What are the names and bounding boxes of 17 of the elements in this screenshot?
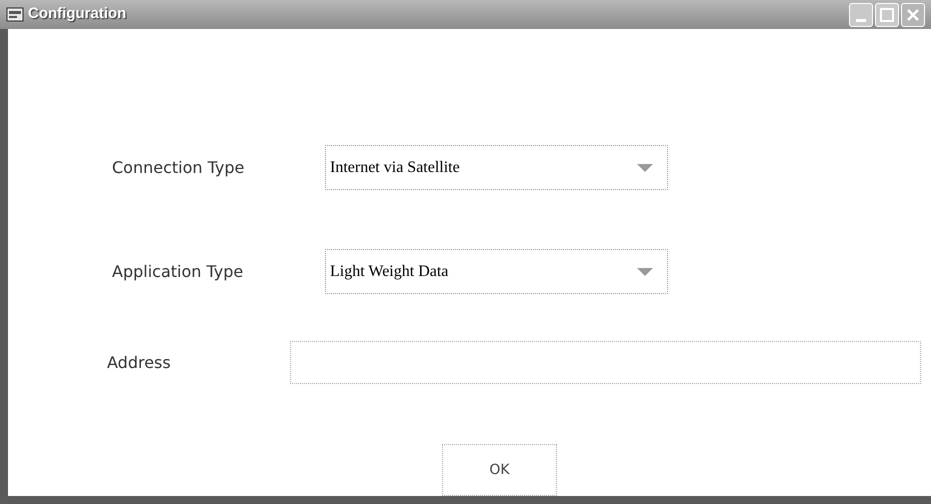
maximize-icon (880, 8, 894, 22)
ok-button[interactable]: OK (442, 444, 557, 496)
app-icon (6, 6, 24, 22)
dropdown-arrow-icon (637, 268, 653, 276)
dropdown[interactable]: Internet via Satellite (325, 145, 668, 190)
window-title: Configuration (28, 4, 126, 24)
maximize-button[interactable] (875, 2, 899, 26)
field-label: Application Type (112, 260, 244, 282)
close-icon (906, 8, 920, 22)
field-label: Connection Type (112, 156, 246, 178)
minimize-icon (856, 18, 866, 22)
field-label: Address (107, 352, 172, 374)
dropdown-arrow-icon (637, 164, 653, 172)
close-button[interactable] (901, 2, 925, 26)
minimize-button[interactable] (849, 2, 873, 26)
address-field[interactable] (290, 341, 921, 384)
dropdown[interactable]: Light Weight Data (325, 249, 668, 294)
